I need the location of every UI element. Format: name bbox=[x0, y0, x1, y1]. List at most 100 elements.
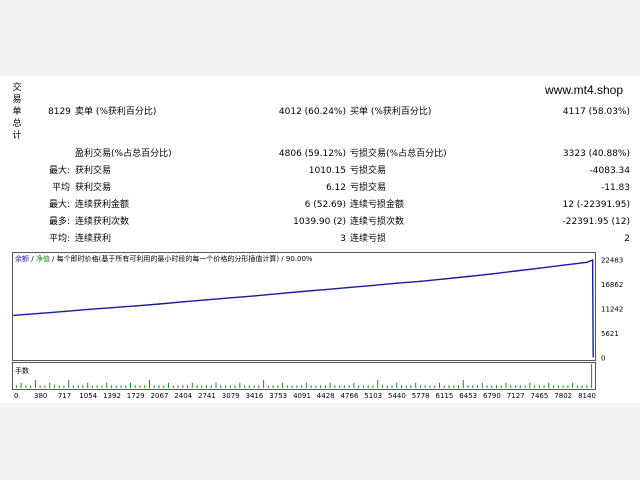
max-cons-wins-label: 连续获利金额 bbox=[75, 200, 130, 210]
max-cons-profit-label: 连续获利次数 bbox=[75, 217, 130, 227]
balance-point bbox=[87, 308, 89, 311]
avg-profit-value: 6.12 bbox=[325, 183, 346, 193]
y-tick-layer: 22483 16862 11242 5621 0 bbox=[601, 257, 623, 363]
y-tick-label: 22483 bbox=[601, 257, 623, 265]
balance-point bbox=[591, 259, 594, 261]
balance-point bbox=[592, 355, 594, 358]
x-tick-label: 4766 bbox=[341, 392, 359, 400]
site-watermark: www.mt4.shop bbox=[545, 83, 624, 97]
x-tick-label: 3416 bbox=[245, 392, 263, 400]
largest-profit-value: 1010.15 bbox=[308, 166, 346, 176]
balance-point bbox=[538, 267, 541, 269]
avg-profit-label: 获利交易 bbox=[75, 183, 112, 193]
avg-cons-losses-value: 2 bbox=[624, 234, 630, 244]
loss-trades-value: 3323 (40.88%) bbox=[562, 149, 630, 159]
largest-profit-label: 获利交易 bbox=[75, 166, 112, 176]
balance-point bbox=[419, 280, 422, 283]
x-tick-label: 2741 bbox=[198, 392, 216, 400]
avg-row-label: 平均 bbox=[51, 183, 70, 193]
max-row-label: 最大: bbox=[48, 166, 70, 176]
chart-legend: 余额 / 净值 / 每个即时价格(基于所有可利用的最小时段的每一个价格的分形插值… bbox=[15, 254, 313, 264]
short-positions-label: 卖单 (%获利百分比) bbox=[75, 107, 157, 117]
balance-point bbox=[158, 303, 161, 305]
balance-point bbox=[229, 297, 232, 299]
balance-point bbox=[491, 273, 493, 275]
max2-row-label: 最大: bbox=[48, 200, 70, 210]
loss-trades-label: 亏损交易(%占总百分比) bbox=[350, 149, 447, 159]
balance-point bbox=[514, 270, 517, 272]
balance-point bbox=[63, 310, 66, 313]
max-cons-loss-label: 连续亏损次数 bbox=[350, 217, 405, 227]
balance-point bbox=[301, 290, 303, 293]
avg-cons-losses-label: 连续亏损 bbox=[350, 234, 387, 244]
x-tick-label: 7802 bbox=[554, 392, 572, 400]
profit-trades-value: 4806 (59.12%) bbox=[278, 149, 346, 159]
volume-label: 手数 bbox=[15, 367, 29, 375]
x-tick-layer: 0 380 717 1054 1392 1729 2067 2404 2741 3079 3416 3… bbox=[14, 392, 596, 400]
balance-point bbox=[586, 261, 588, 264]
long-positions-value: 4117 (58.03%) bbox=[562, 107, 630, 117]
balance-point bbox=[206, 299, 208, 301]
x-tick-label: 3753 bbox=[269, 392, 287, 400]
x-tick-label: 6115 bbox=[435, 392, 453, 400]
avg2-row-label: 平均: bbox=[48, 234, 70, 244]
balance-point bbox=[134, 305, 137, 307]
max-cons-profit-value: 1039.90 (2) bbox=[293, 217, 346, 227]
balance-point bbox=[372, 284, 375, 287]
avg-loss-label: 亏损交易 bbox=[350, 183, 387, 193]
balance-point bbox=[348, 286, 351, 289]
avg-cons-wins-value: 3 bbox=[340, 234, 346, 244]
x-tick-label: 380 bbox=[34, 392, 47, 400]
main-plot-frame bbox=[12, 252, 596, 361]
total-trades-value: 8129 bbox=[48, 107, 71, 117]
profit-trades-label: 盈利交易(%占总百分比) bbox=[75, 149, 172, 159]
balance-point bbox=[182, 301, 184, 303]
x-tick-label: 7127 bbox=[507, 392, 525, 400]
balance-point bbox=[111, 306, 113, 309]
max-cons-losses-label: 连续亏损金额 bbox=[350, 200, 405, 210]
x-tick-label: 6790 bbox=[483, 392, 501, 400]
balance-point bbox=[467, 275, 470, 278]
short-positions-value: 4012 (60.24%) bbox=[278, 107, 346, 117]
most-row-label: 最多: bbox=[48, 217, 70, 227]
y-tick-label: 5621 bbox=[601, 330, 619, 338]
avg-loss-value: -11.83 bbox=[600, 183, 630, 193]
x-tick-label: 717 bbox=[58, 392, 71, 400]
side-title: 交易单总计 bbox=[12, 83, 22, 141]
top-band bbox=[0, 0, 640, 76]
largest-loss-value: -4083.34 bbox=[589, 166, 630, 176]
x-tick-label: 3079 bbox=[222, 392, 240, 400]
y-tick-label: 11242 bbox=[601, 306, 623, 314]
balance-chart-svg: 22483 16862 11242 5621 0 0 380 717 1054 1392 1729… bbox=[12, 252, 623, 400]
x-tick-label: 4428 bbox=[317, 392, 335, 400]
volume-plot-frame bbox=[12, 362, 596, 390]
x-tick-label: 8140 bbox=[578, 392, 596, 400]
balance-point bbox=[562, 264, 564, 266]
x-tick-label: 7465 bbox=[530, 392, 548, 400]
max-cons-losses-value: 12 (-22391.95) bbox=[562, 200, 630, 210]
legend-desc: / 每个即时价格(基于所有可利用的最小时段的每一个价格的分形插值计算) / 90… bbox=[49, 255, 313, 263]
x-tick-label: 2404 bbox=[174, 392, 192, 400]
balance-point bbox=[39, 312, 42, 315]
max-cons-wins-value: 6 (52.69) bbox=[304, 200, 346, 210]
x-tick-label: 1054 bbox=[79, 392, 97, 400]
balance-point bbox=[13, 314, 15, 317]
long-positions-label: 买单 (%获利百分比) bbox=[350, 107, 432, 117]
x-tick-label: 5103 bbox=[364, 392, 382, 400]
balance-point bbox=[324, 288, 327, 291]
max-cons-loss-value: -22391.95 (12) bbox=[562, 217, 630, 227]
legend-sep: / bbox=[29, 255, 36, 263]
balance-chart: 22483 16862 11242 5621 0 0 380 717 1054 1392 1729… bbox=[12, 252, 628, 401]
x-tick-label: 0 bbox=[14, 392, 18, 400]
y-tick-label: 16862 bbox=[601, 281, 623, 289]
x-tick-label: 2067 bbox=[151, 392, 169, 400]
x-tick-label: 1392 bbox=[103, 392, 121, 400]
legend-equity: 净值 bbox=[35, 255, 50, 263]
avg-cons-wins-label: 连续获利 bbox=[75, 234, 112, 244]
balance-point bbox=[277, 292, 280, 295]
largest-loss-label: 亏损交易 bbox=[350, 166, 387, 176]
x-tick-label: 1729 bbox=[127, 392, 145, 400]
bottom-band bbox=[0, 403, 640, 480]
x-tick-label: 6453 bbox=[459, 392, 477, 400]
balance-point bbox=[396, 282, 398, 284]
